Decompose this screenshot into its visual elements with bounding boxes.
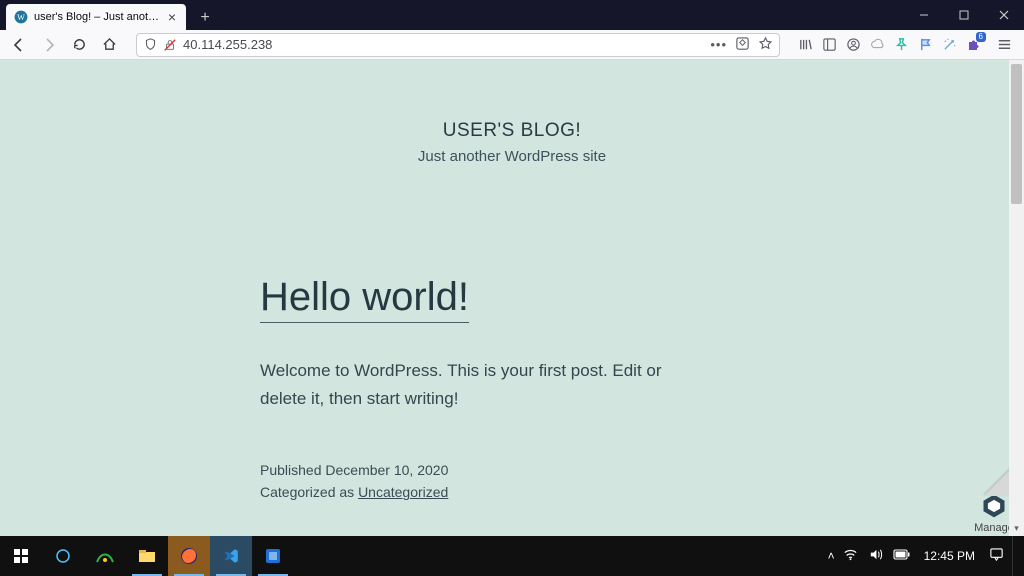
page-viewport: USER'S BLOG! Just another WordPress site… <box>0 60 1024 536</box>
post-meta: Published December 10, 2020 Categorized … <box>260 459 730 504</box>
ext-wand-icon[interactable] <box>940 36 958 54</box>
nav-back-button[interactable] <box>6 32 32 58</box>
window-close-button[interactable] <box>984 0 1024 30</box>
ext-badge: 6 <box>976 32 986 42</box>
show-desktop-button[interactable] <box>1012 536 1018 576</box>
address-bar[interactable]: 40.114.255.238 ••• <box>136 33 780 57</box>
sidebar-icon[interactable] <box>820 36 838 54</box>
vertical-scrollbar[interactable]: ▴ ▾ <box>1009 60 1024 536</box>
library-icon[interactable] <box>796 36 814 54</box>
tray-volume-icon[interactable] <box>868 547 883 565</box>
tab-title: user's Blog! – Just another Wo <box>34 11 160 23</box>
tray-wifi-icon[interactable] <box>843 547 858 565</box>
taskbar-file-explorer[interactable] <box>126 536 168 576</box>
scroll-down-button[interactable]: ▾ <box>1009 521 1024 536</box>
new-tab-button[interactable]: + <box>192 6 218 30</box>
tray-notifications-icon[interactable] <box>989 547 1004 565</box>
tray-overflow-icon[interactable]: ˄ <box>828 549 835 563</box>
tray-battery-icon[interactable] <box>893 549 910 563</box>
ext-flag-icon[interactable] <box>916 36 934 54</box>
home-button[interactable] <box>96 32 122 58</box>
site-header: USER'S BLOG! Just another WordPress site <box>0 120 1024 165</box>
browser-toolbar: 40.114.255.238 ••• <box>0 30 1024 60</box>
address-text: 40.114.255.238 <box>183 37 704 52</box>
reader-mode-icon[interactable] <box>735 36 750 54</box>
svg-text:W: W <box>17 13 25 22</box>
taskbar-vscode[interactable] <box>210 536 252 576</box>
ellipsis-icon[interactable]: ••• <box>710 37 727 52</box>
start-button[interactable] <box>0 536 42 576</box>
browser-tab-active[interactable]: W user's Blog! – Just another Wo × <box>6 4 186 30</box>
post-body: Welcome to WordPress. This is your first… <box>260 357 690 413</box>
reload-button[interactable] <box>66 32 92 58</box>
wordpress-favicon-icon: W <box>14 10 28 24</box>
account-icon[interactable] <box>844 36 862 54</box>
window-minimize-button[interactable] <box>904 0 944 30</box>
post-title-link[interactable]: Hello world! <box>260 275 469 323</box>
taskbar-cortana-icon[interactable] <box>42 536 84 576</box>
extension-tray: 6 <box>792 36 986 54</box>
post: Hello world! Welcome to WordPress. This … <box>260 275 730 504</box>
taskbar-app[interactable] <box>252 536 294 576</box>
window-controls <box>904 0 1024 30</box>
ext-puzzle-icon[interactable]: 6 <box>964 36 982 54</box>
system-tray: ˄ 12:45 PM <box>828 536 1024 576</box>
tray-clock[interactable]: 12:45 PM <box>918 549 981 563</box>
bookmark-star-icon[interactable] <box>758 36 773 54</box>
ext-pin-icon[interactable] <box>892 36 910 54</box>
site-title[interactable]: USER'S BLOG! <box>0 120 1024 142</box>
taskbar-firefox[interactable] <box>168 536 210 576</box>
taskbar-idm-icon[interactable] <box>84 536 126 576</box>
site-tagline: Just another WordPress site <box>0 148 1024 165</box>
published-label: Published <box>260 462 322 478</box>
nav-forward-button[interactable] <box>36 32 62 58</box>
scroll-thumb[interactable] <box>1011 64 1022 204</box>
browser-tabstrip: W user's Blog! – Just another Wo × + <box>0 0 1024 30</box>
category-link[interactable]: Uncategorized <box>358 484 448 500</box>
window-maximize-button[interactable] <box>944 0 984 30</box>
ext-cloud-icon[interactable] <box>868 36 886 54</box>
bitnami-hex-icon <box>980 492 1008 520</box>
tab-close-button[interactable]: × <box>166 9 178 25</box>
windows-taskbar: ˄ 12:45 PM <box>0 536 1024 576</box>
insecure-lock-icon[interactable] <box>163 38 177 52</box>
categorized-label: Categorized as <box>260 484 354 500</box>
shield-icon[interactable] <box>143 38 157 52</box>
app-menu-button[interactable] <box>990 32 1018 58</box>
published-date: December 10, 2020 <box>325 462 448 478</box>
